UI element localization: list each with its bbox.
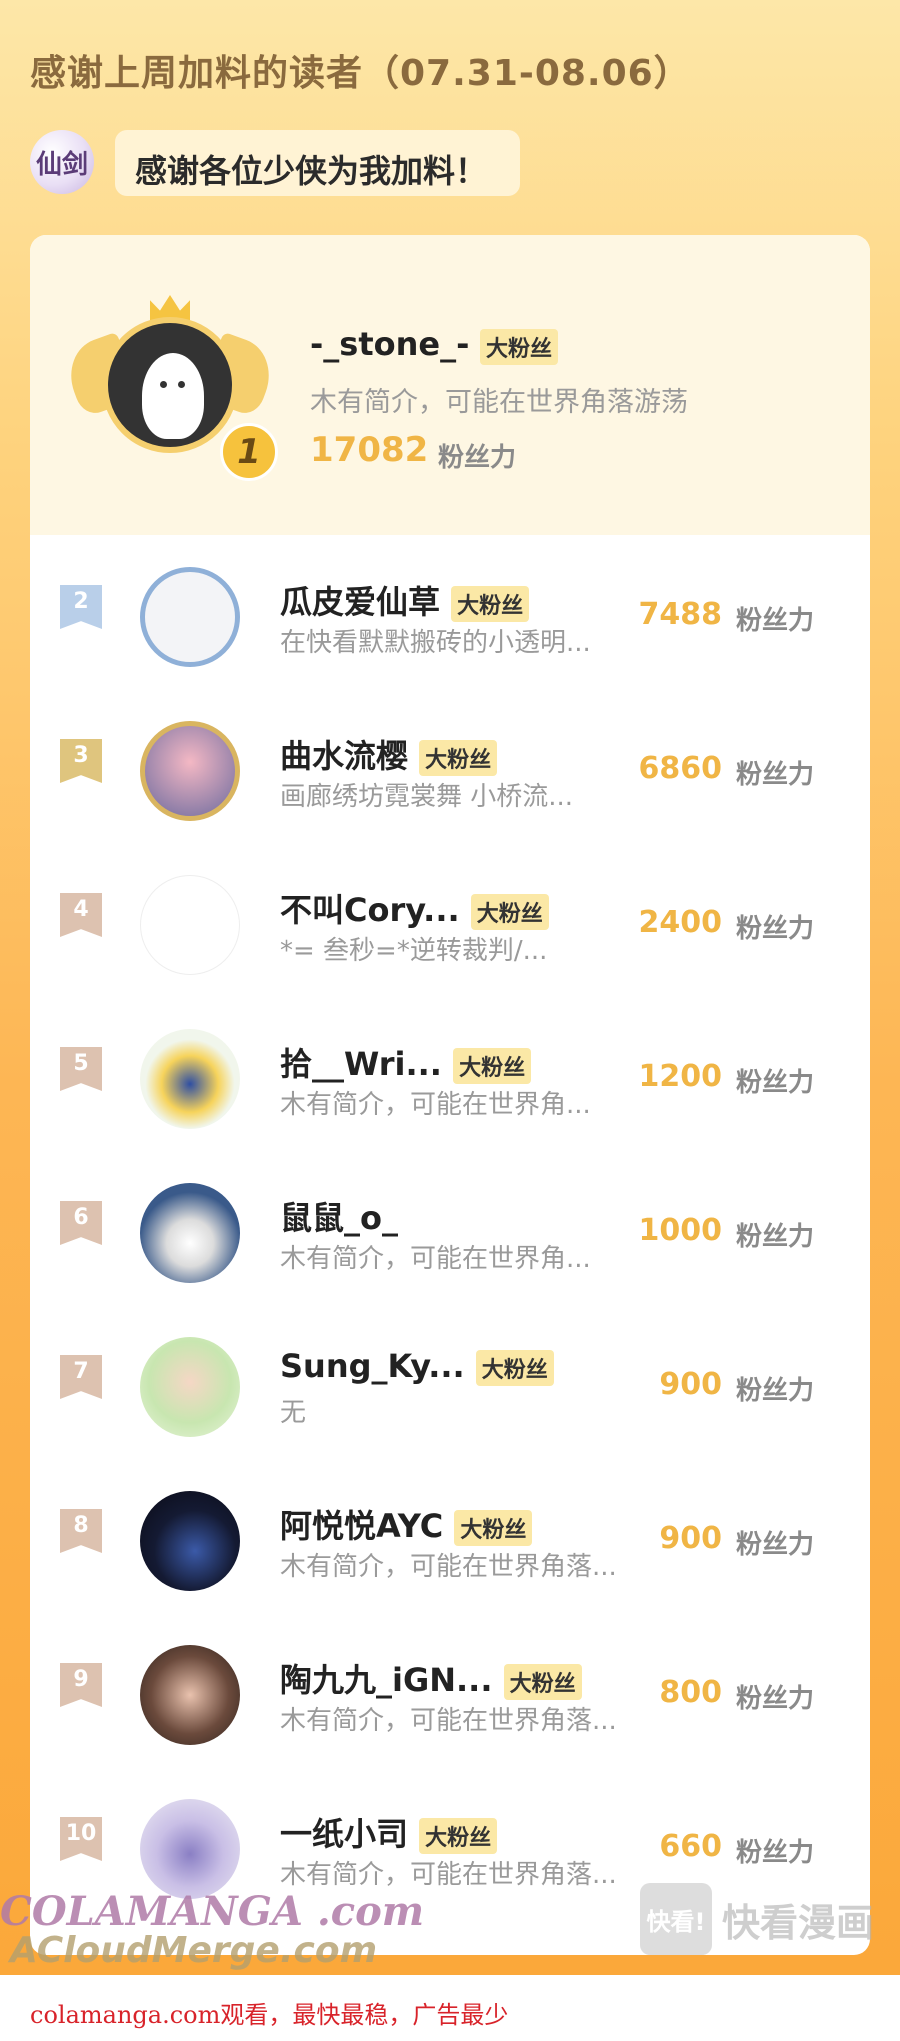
fan-name: 不叫Cory... 大粉丝 [280, 885, 549, 931]
kuaikan-watermark: 快看! 快看漫画 [640, 1883, 874, 1955]
big-fan-badge: 大粉丝 [475, 1350, 554, 1386]
fan-points-unit: 粉丝力 [736, 1530, 815, 1560]
fan-points: 1000 [638, 1213, 723, 1248]
big-fan-badge: 大粉丝 [503, 1664, 582, 1700]
fan-name: 瓜皮爱仙草 大粉丝 [280, 577, 530, 623]
avatar[interactable] [140, 567, 240, 667]
fan-points-unit: 粉丝力 [736, 606, 815, 636]
fan-desc: *= 叁秒=*逆转裁判/... [280, 936, 548, 966]
big-fan-badge: 大粉丝 [470, 894, 549, 930]
top-fan-section[interactable]: 1 -_stone_- 大粉丝 木有简介，可能在世界角落游荡 17082 粉丝力 [30, 235, 870, 535]
big-fan-badge: 大粉丝 [419, 740, 498, 776]
big-fan-badge: 大粉丝 [451, 586, 530, 622]
footer-text[interactable]: colamanga.com观看，最快最稳，广告最少 [30, 1995, 508, 2030]
top-fan-points: 17082 [310, 430, 429, 470]
fan-row[interactable]: 7 Sung_Ky... 大粉丝 无 900 粉丝力 [30, 1305, 870, 1459]
top-fan-name[interactable]: -_stone_- [310, 325, 469, 363]
colamanga-watermark: COLAMANGA .com [0, 1888, 425, 1935]
fan-points: 6860 [638, 751, 723, 786]
rank-flag: 5 [60, 1047, 102, 1091]
avatar[interactable] [140, 1337, 240, 1437]
fan-points-unit: 粉丝力 [736, 1376, 815, 1406]
big-fan-badge: 大粉丝 [453, 1048, 532, 1084]
rank-flag: 6 [60, 1201, 102, 1245]
fan-points-unit: 粉丝力 [736, 1684, 815, 1714]
fan-name: 陶九九_iGN... 大粉丝 [280, 1655, 582, 1701]
avatar[interactable] [140, 1029, 240, 1129]
rank-1-medal: 1 [220, 423, 278, 481]
top-fan-avatar-frame: 1 [59, 295, 281, 481]
ghost-avatar-icon [142, 353, 204, 439]
fan-points-unit: 粉丝力 [736, 1068, 815, 1098]
avatar[interactable] [140, 1491, 240, 1591]
fan-desc: 木有简介，可能在世界角落... [280, 1706, 617, 1736]
rank-flag: 3 [60, 739, 102, 783]
fan-name: 一纸小司 大粉丝 [280, 1809, 498, 1855]
rank-flag: 7 [60, 1355, 102, 1399]
fan-points-unit: 粉丝力 [736, 1222, 815, 1252]
greeting-text: 感谢各位少侠为我加料！ [135, 152, 488, 190]
fan-points: 900 [659, 1521, 722, 1556]
fan-row[interactable]: 3 曲水流樱 大粉丝 画廊绣坊霓裳舞 小桥流... 6860 粉丝力 [30, 689, 870, 843]
fan-row[interactable]: 6 鼠鼠_o_ 木有简介，可能在世界角... 1000 粉丝力 [30, 1151, 870, 1305]
fan-name: Sung_Ky... 大粉丝 [280, 1347, 554, 1386]
fan-points-unit: 粉丝力 [736, 914, 815, 944]
fan-points: 660 [659, 1829, 722, 1864]
page-title: 感谢上周加料的读者（07.31-08.06） [30, 53, 691, 94]
big-fan-badge: 大粉丝 [454, 1510, 533, 1546]
kuaikan-logo-icon: 快看! [640, 1883, 712, 1955]
top-fan-desc: 木有简介，可能在世界角落游荡 [310, 387, 688, 418]
fan-desc: 在快看默默搬砖的小透明... [280, 628, 591, 658]
rank-flag: 4 [60, 893, 102, 937]
rank-flag: 9 [60, 1663, 102, 1707]
fan-row[interactable]: 5 拾__Wri... 大粉丝 木有简介，可能在世界角... 1200 粉丝力 [30, 997, 870, 1151]
fan-desc: 木有简介，可能在世界角落... [280, 1860, 617, 1890]
fan-points-unit: 粉丝力 [736, 760, 815, 790]
fan-desc: 无 [280, 1398, 307, 1428]
fan-name: 拾__Wri... 大粉丝 [280, 1039, 532, 1085]
fan-name: 鼠鼠_o_ [280, 1199, 398, 1237]
logo-text: 仙剑 [35, 149, 88, 180]
fan-points-unit: 粉丝力 [736, 1838, 815, 1868]
kuaikan-text: 快看漫画 [722, 1900, 875, 1945]
avatar[interactable] [140, 721, 240, 821]
fan-desc: 木有简介，可能在世界角... [280, 1090, 591, 1120]
avatar[interactable] [140, 1183, 240, 1283]
fan-points: 2400 [638, 905, 723, 940]
acloudmerge-watermark: ACloudMerge.com [10, 1930, 378, 1971]
fan-desc: 画廊绣坊霓裳舞 小桥流... [280, 782, 574, 812]
fan-row[interactable]: 8 阿悦悦AYC 大粉丝 木有简介，可能在世界角落... 900 粉丝力 [30, 1459, 870, 1613]
rank-flag: 10 [60, 1817, 102, 1861]
xianjian-logo: 仙剑 [30, 130, 94, 194]
avatar[interactable] [140, 1645, 240, 1745]
big-fan-badge: 大粉丝 [419, 1818, 498, 1854]
fan-ranking-card: 1 -_stone_- 大粉丝 木有简介，可能在世界角落游荡 17082 粉丝力… [30, 235, 870, 1955]
top-fan-avatar[interactable] [102, 317, 238, 453]
big-fan-badge: 大粉丝 [480, 329, 559, 365]
fan-desc: 木有简介，可能在世界角落... [280, 1552, 617, 1582]
avatar[interactable] [140, 875, 240, 975]
greeting-bubble: 感谢各位少侠为我加料！ [115, 130, 520, 196]
fan-points: 1200 [638, 1059, 723, 1094]
fan-desc: 木有简介，可能在世界角... [280, 1244, 591, 1274]
fan-row[interactable]: 9 陶九九_iGN... 大粉丝 木有简介，可能在世界角落... 800 粉丝力 [30, 1613, 870, 1767]
rank-flag: 2 [60, 585, 102, 629]
fan-points: 800 [659, 1675, 722, 1710]
avatar[interactable] [140, 1799, 240, 1899]
fan-points: 7488 [638, 597, 723, 632]
fan-name: 阿悦悦AYC 大粉丝 [280, 1501, 533, 1547]
fan-row[interactable]: 2 瓜皮爱仙草 大粉丝 在快看默默搬砖的小透明... 7488 粉丝力 [30, 535, 870, 689]
fan-row[interactable]: 4 不叫Cory... 大粉丝 *= 叁秒=*逆转裁判/... 2400 粉丝力 [30, 843, 870, 997]
top-fan-points-unit: 粉丝力 [438, 443, 517, 473]
fan-points: 900 [659, 1367, 722, 1402]
rank-flag: 8 [60, 1509, 102, 1553]
fan-name: 曲水流樱 大粉丝 [280, 731, 498, 777]
